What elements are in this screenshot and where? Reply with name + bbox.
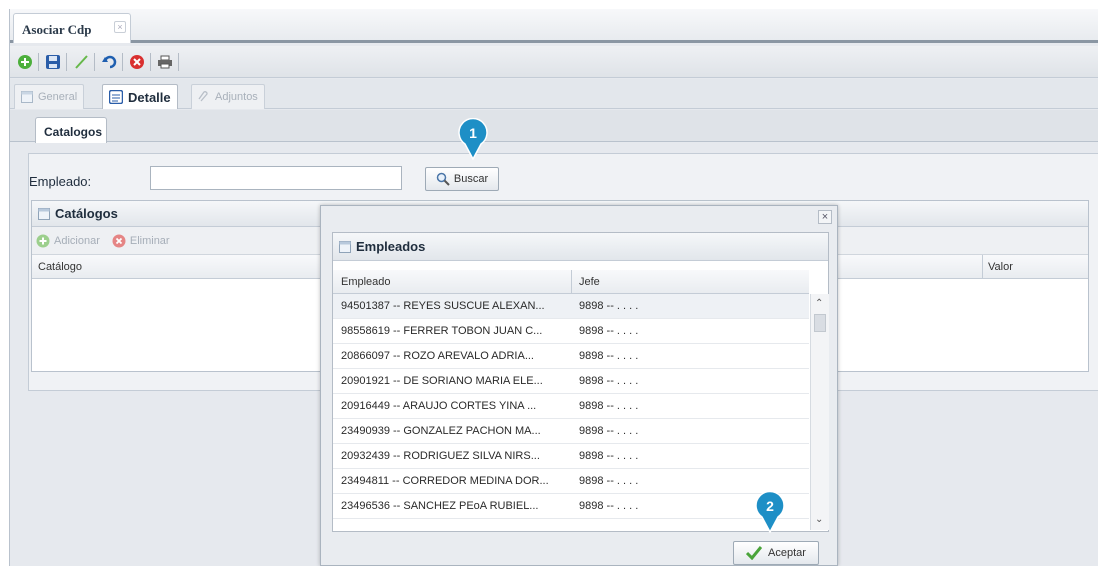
column-empleado[interactable]: Empleado: [341, 276, 391, 288]
empleado-cell: 20901921 -- DE SORIANO MARIA ELE...: [341, 375, 543, 387]
tab-general[interactable]: General: [14, 84, 85, 109]
edit-icon[interactable]: [71, 52, 91, 72]
aceptar-label: Aceptar: [768, 547, 806, 559]
tab-adjuntos-label: Adjuntos: [215, 91, 258, 103]
empleado-cell: 20932439 -- RODRIGUEZ SILVA NIRS...: [341, 450, 540, 462]
window-tab-asociar-cdp[interactable]: Asociar Cdp ×: [13, 13, 131, 43]
tab-catalogos[interactable]: Catalogos: [35, 117, 107, 143]
checkmark-icon: [746, 546, 763, 560]
jefe-cell: 9898 -- . . . .: [579, 325, 639, 337]
jefe-cell: 9898 -- . . . .: [579, 475, 639, 487]
window-icon: [21, 91, 33, 103]
column-divider: [982, 255, 983, 279]
main-toolbar: [10, 46, 1098, 78]
add-icon[interactable]: [15, 52, 35, 72]
scrollbar-thumb[interactable]: [814, 314, 826, 332]
undo-icon[interactable]: [99, 52, 119, 72]
jefe-cell: 9898 -- . . . .: [579, 450, 639, 462]
empleados-grid-columns: Empleado Jefe: [333, 270, 809, 294]
step-callout-1: 1: [457, 117, 489, 161]
eliminar-button[interactable]: Eliminar: [112, 234, 170, 248]
eliminar-label: Eliminar: [129, 234, 170, 247]
paperclip-icon: [198, 91, 210, 103]
tab-detalle[interactable]: Detalle: [102, 84, 178, 109]
empleado-cell: 23494811 -- CORREDOR MEDINA DOR...: [341, 475, 549, 487]
table-row[interactable]: [333, 519, 809, 530]
catalogs-grid-title: Catálogos: [55, 206, 118, 221]
jefe-cell: 9898 -- . . . .: [579, 400, 639, 412]
empleado-cell: 94501387 -- REYES SUSCUE ALEXAN...: [341, 300, 545, 312]
window-icon: [339, 240, 351, 253]
empleado-cell: 20866097 -- ROZO AREVALO ADRIA...: [341, 350, 534, 362]
column-divider: [571, 270, 572, 294]
chevron-up-icon[interactable]: ⌃: [815, 298, 823, 309]
vertical-scrollbar[interactable]: ⌃ ⌄: [810, 294, 829, 530]
delete-icon[interactable]: [127, 52, 147, 72]
empleado-input[interactable]: [150, 166, 402, 190]
chevron-down-icon[interactable]: ⌄: [815, 514, 823, 525]
print-icon[interactable]: [155, 52, 175, 72]
empleado-cell: 20916449 -- ARAUJO CORTES YINA ...: [341, 400, 537, 412]
toolbar-separator: [38, 52, 39, 71]
callout-number: 2: [766, 498, 774, 514]
empleados-grid-title: Empleados: [356, 239, 426, 254]
step-callout-2: 2: [754, 490, 786, 534]
delete-icon: [112, 234, 126, 248]
table-row[interactable]: 23490939 -- GONZALEZ PACHON MA... 9898 --…: [333, 419, 809, 444]
close-icon[interactable]: ×: [818, 210, 832, 224]
detail-icon: [109, 90, 123, 104]
close-tab-icon[interactable]: ×: [114, 21, 126, 33]
empleados-grid: Empleados Empleado Jefe 94501387 -- REYE…: [332, 232, 829, 532]
empleado-label: Empleado:: [29, 174, 92, 189]
callout-number: 1: [469, 125, 477, 141]
table-row[interactable]: 23494811 -- CORREDOR MEDINA DOR... 9898 -…: [333, 469, 809, 494]
window-icon: [38, 207, 50, 220]
toolbar-separator: [122, 52, 123, 71]
jefe-cell: 9898 -- . . . .: [579, 500, 639, 512]
toolbar-separator: [178, 52, 179, 71]
empleado-cell: 23490939 -- GONZALEZ PACHON MA...: [341, 425, 541, 437]
add-icon: [36, 234, 50, 248]
column-jefe[interactable]: Jefe: [579, 276, 600, 288]
adicionar-label: Adicionar: [54, 234, 100, 247]
empleado-cell: 98558619 -- FERRER TOBON JUAN C...: [341, 325, 543, 337]
tab-general-label: General: [38, 91, 78, 103]
empleado-cell: 23496536 -- SANCHEZ PEoA RUBIEL...: [341, 500, 539, 512]
jefe-cell: 9898 -- . . . .: [579, 350, 639, 362]
tab-adjuntos[interactable]: Adjuntos: [191, 84, 265, 109]
table-row[interactable]: 23496536 -- SANCHEZ PEoA RUBIEL... 9898 -…: [333, 494, 809, 519]
table-row[interactable]: 94501387 -- REYES SUSCUE ALEXAN... 9898 -…: [333, 294, 809, 319]
tab-detalle-label: Detalle: [128, 89, 171, 105]
buscar-button[interactable]: Buscar: [425, 167, 499, 191]
save-icon[interactable]: [43, 52, 63, 72]
table-row[interactable]: 98558619 -- FERRER TOBON JUAN C... 9898 -…: [333, 319, 809, 344]
empleados-grid-header: Empleados: [333, 233, 828, 261]
jefe-cell: 9898 -- . . . .: [579, 375, 639, 387]
table-row[interactable]: 20866097 -- ROZO AREVALO ADRIA... 9898 --…: [333, 344, 809, 369]
toolbar-separator: [66, 52, 67, 71]
column-catalogo[interactable]: Catálogo: [38, 261, 82, 273]
table-row[interactable]: 20901921 -- DE SORIANO MARIA ELE... 9898 …: [333, 369, 809, 394]
toolbar-separator: [94, 52, 95, 71]
table-row[interactable]: 20932439 -- RODRIGUEZ SILVA NIRS... 9898 …: [333, 444, 809, 469]
table-row[interactable]: 20916449 -- ARAUJO CORTES YINA ... 9898 -…: [333, 394, 809, 419]
catalog-tabs: Catalogos: [10, 110, 1098, 143]
toolbar-separator: [150, 52, 151, 71]
adicionar-button[interactable]: Adicionar: [36, 234, 100, 248]
column-valor[interactable]: Valor: [988, 261, 1013, 273]
detail-tabs: General Detalle Adjuntos: [10, 79, 1098, 109]
window-tab-title: Asociar Cdp: [22, 22, 92, 37]
jefe-cell: 9898 -- . . . .: [579, 425, 639, 437]
window-tabbar: Asociar Cdp ×: [10, 9, 1098, 43]
empleados-grid-body: 94501387 -- REYES SUSCUE ALEXAN... 9898 -…: [333, 294, 809, 530]
jefe-cell: 9898 -- . . . .: [579, 300, 639, 312]
buscar-label: Buscar: [453, 173, 489, 185]
search-icon: [436, 172, 450, 186]
aceptar-button[interactable]: Aceptar: [733, 541, 819, 565]
